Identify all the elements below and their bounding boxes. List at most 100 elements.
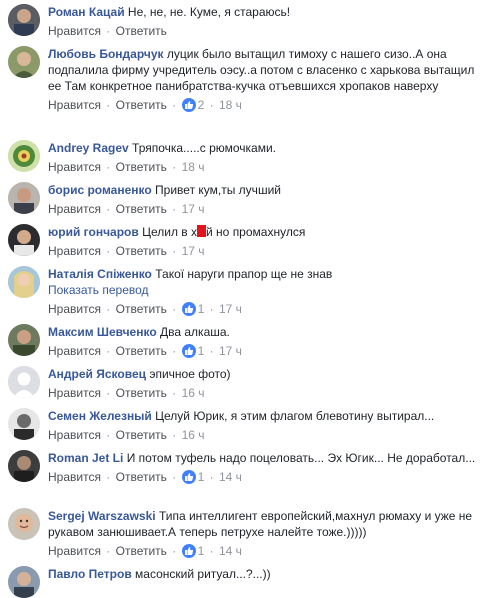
separator-dot: · [172, 428, 177, 442]
like-icon[interactable] [181, 470, 196, 484]
avatar[interactable] [8, 450, 40, 482]
separator-dot: · [172, 244, 177, 258]
comment-text: Andrey Ragev Тряпочка.....с рюмочками. [48, 140, 484, 156]
comment-text: Roman Jet Li И потом туфель надо поцелов… [48, 450, 484, 466]
like-link[interactable]: Нравится [48, 160, 101, 174]
comment-text: Семен Железный Целуй Юрик, я этим флагом… [48, 408, 484, 424]
comment-author[interactable]: Sergej Warszawski [48, 509, 156, 523]
reply-link[interactable]: Ответить [116, 428, 167, 442]
reply-link[interactable]: Ответить [116, 202, 167, 216]
reply-link[interactable]: Ответить [116, 344, 167, 358]
like-link[interactable]: Нравится [48, 428, 101, 442]
comment-actions: Нравится · Ответить · 17 ч [48, 243, 484, 259]
comment-message: И потом туфель надо поцеловать... Эх Юги… [126, 451, 476, 465]
timestamp[interactable]: 17 ч [182, 202, 205, 216]
separator-dot: · [106, 386, 111, 400]
like-link[interactable]: Нравится [48, 470, 101, 484]
like-count[interactable]: 1 [198, 470, 205, 484]
like-count[interactable]: 2 [198, 98, 205, 112]
comment-text: Павло Петров масонский ритуал...?...)) [48, 566, 484, 582]
like-link[interactable]: Нравится [48, 244, 101, 258]
like-link[interactable]: Нравится [48, 202, 101, 216]
separator-dot: · [209, 470, 214, 484]
comment-author[interactable]: Роман Кацай [48, 5, 125, 19]
timestamp[interactable]: 16 ч [182, 428, 205, 442]
comment-author[interactable]: Андрей Ясковец [48, 367, 146, 381]
comment-author[interactable]: юрий гончаров [48, 225, 139, 239]
censor-mark [197, 225, 207, 237]
reply-link[interactable]: Ответить [116, 160, 167, 174]
avatar[interactable] [8, 324, 40, 356]
timestamp[interactable]: 17 ч [182, 244, 205, 258]
like-count[interactable]: 1 [198, 544, 205, 558]
avatar[interactable] [8, 46, 40, 78]
like-link[interactable]: Нравится [48, 344, 101, 358]
like-icon[interactable] [181, 544, 196, 558]
like-link[interactable]: Нравится [48, 24, 101, 38]
avatar[interactable] [8, 366, 40, 398]
reply-link[interactable]: Ответить [116, 544, 167, 558]
reply-link[interactable]: Ответить [116, 244, 167, 258]
reply-link[interactable]: Ответить [116, 302, 167, 316]
reply-link[interactable]: Ответить [116, 98, 167, 112]
timestamp[interactable]: 18 ч [219, 98, 242, 112]
separator-dot: · [172, 160, 177, 174]
comment-message-start: Целил в х [142, 225, 198, 239]
separator-dot: · [106, 244, 111, 258]
comment-author[interactable]: Павло Петров [48, 567, 132, 581]
comment-message: Два алкаша. [160, 325, 230, 339]
like-link[interactable]: Нравится [48, 544, 101, 558]
avatar[interactable] [8, 140, 40, 172]
separator-dot: · [106, 302, 111, 316]
comment-actions: Нравится · Ответить · 1 · 14 ч [48, 543, 484, 559]
avatar[interactable] [8, 224, 40, 256]
comment-author[interactable]: Roman Jet Li [48, 451, 123, 465]
comment-text: Sergej Warszawski Типа интеллигент европ… [48, 508, 484, 540]
separator-dot: · [172, 302, 177, 316]
comment-author[interactable]: борис романенко [48, 183, 152, 197]
avatar[interactable] [8, 566, 40, 598]
comment-text: борис романенко Привет кум,ты лучший [48, 182, 484, 198]
timestamp[interactable]: 18 ч [182, 160, 205, 174]
comment-message: эпичное фото) [149, 367, 231, 381]
like-link[interactable]: Нравится [48, 302, 101, 316]
separator-dot: · [172, 98, 177, 112]
like-icon[interactable] [181, 98, 196, 112]
reply-link[interactable]: Ответить [116, 386, 167, 400]
timestamp[interactable]: 14 ч [219, 544, 242, 558]
like-count[interactable]: 1 [198, 302, 205, 316]
show-translation-link[interactable]: Показать перевод [48, 282, 484, 298]
comment-author[interactable]: Любовь Бондарчук [48, 47, 164, 61]
comment-text: Роман Кацай Не, не, не. Куме, я стараюсь… [48, 4, 484, 20]
timestamp[interactable]: 16 ч [182, 386, 205, 400]
comment-message: Такої наруги прапор ще не знав [155, 267, 333, 281]
like-icon[interactable] [181, 344, 196, 358]
like-count[interactable]: 1 [198, 344, 205, 358]
comment-actions: Нравится · Ответить · 1 · 17 ч [48, 301, 484, 317]
avatar[interactable] [8, 266, 40, 298]
comment-author[interactable]: Семен Железный [48, 409, 152, 423]
reply-link[interactable]: Ответить [116, 470, 167, 484]
avatar[interactable] [8, 408, 40, 440]
separator-dot: · [106, 428, 111, 442]
like-link[interactable]: Нравится [48, 98, 101, 112]
comment-message: Целуй Юрик, я этим флагом блевотину выти… [155, 409, 435, 423]
reply-link[interactable]: Ответить [116, 24, 167, 38]
comment-author[interactable]: Наталія Спіженко [48, 267, 152, 281]
comment-author[interactable]: Максим Шевченко [48, 325, 157, 339]
comment-actions: Нравится · Ответить · 1 · 14 ч [48, 469, 484, 485]
comment-author[interactable]: Andrey Ragev [48, 141, 129, 155]
separator-dot: · [172, 470, 177, 484]
comment-text: Андрей Ясковец эпичное фото) [48, 366, 484, 382]
timestamp[interactable]: 17 ч [219, 344, 242, 358]
timestamp[interactable]: 14 ч [219, 470, 242, 484]
avatar[interactable] [8, 4, 40, 36]
like-icon[interactable] [181, 302, 196, 316]
timestamp[interactable]: 17 ч [219, 302, 242, 316]
comment-actions: Нравится · Ответить · 18 ч [48, 159, 484, 175]
avatar[interactable] [8, 508, 40, 540]
like-link[interactable]: Нравится [48, 386, 101, 400]
separator-dot: · [209, 344, 214, 358]
comment-actions: Нравится · Ответить · 16 ч [48, 385, 484, 401]
avatar[interactable] [8, 182, 40, 214]
